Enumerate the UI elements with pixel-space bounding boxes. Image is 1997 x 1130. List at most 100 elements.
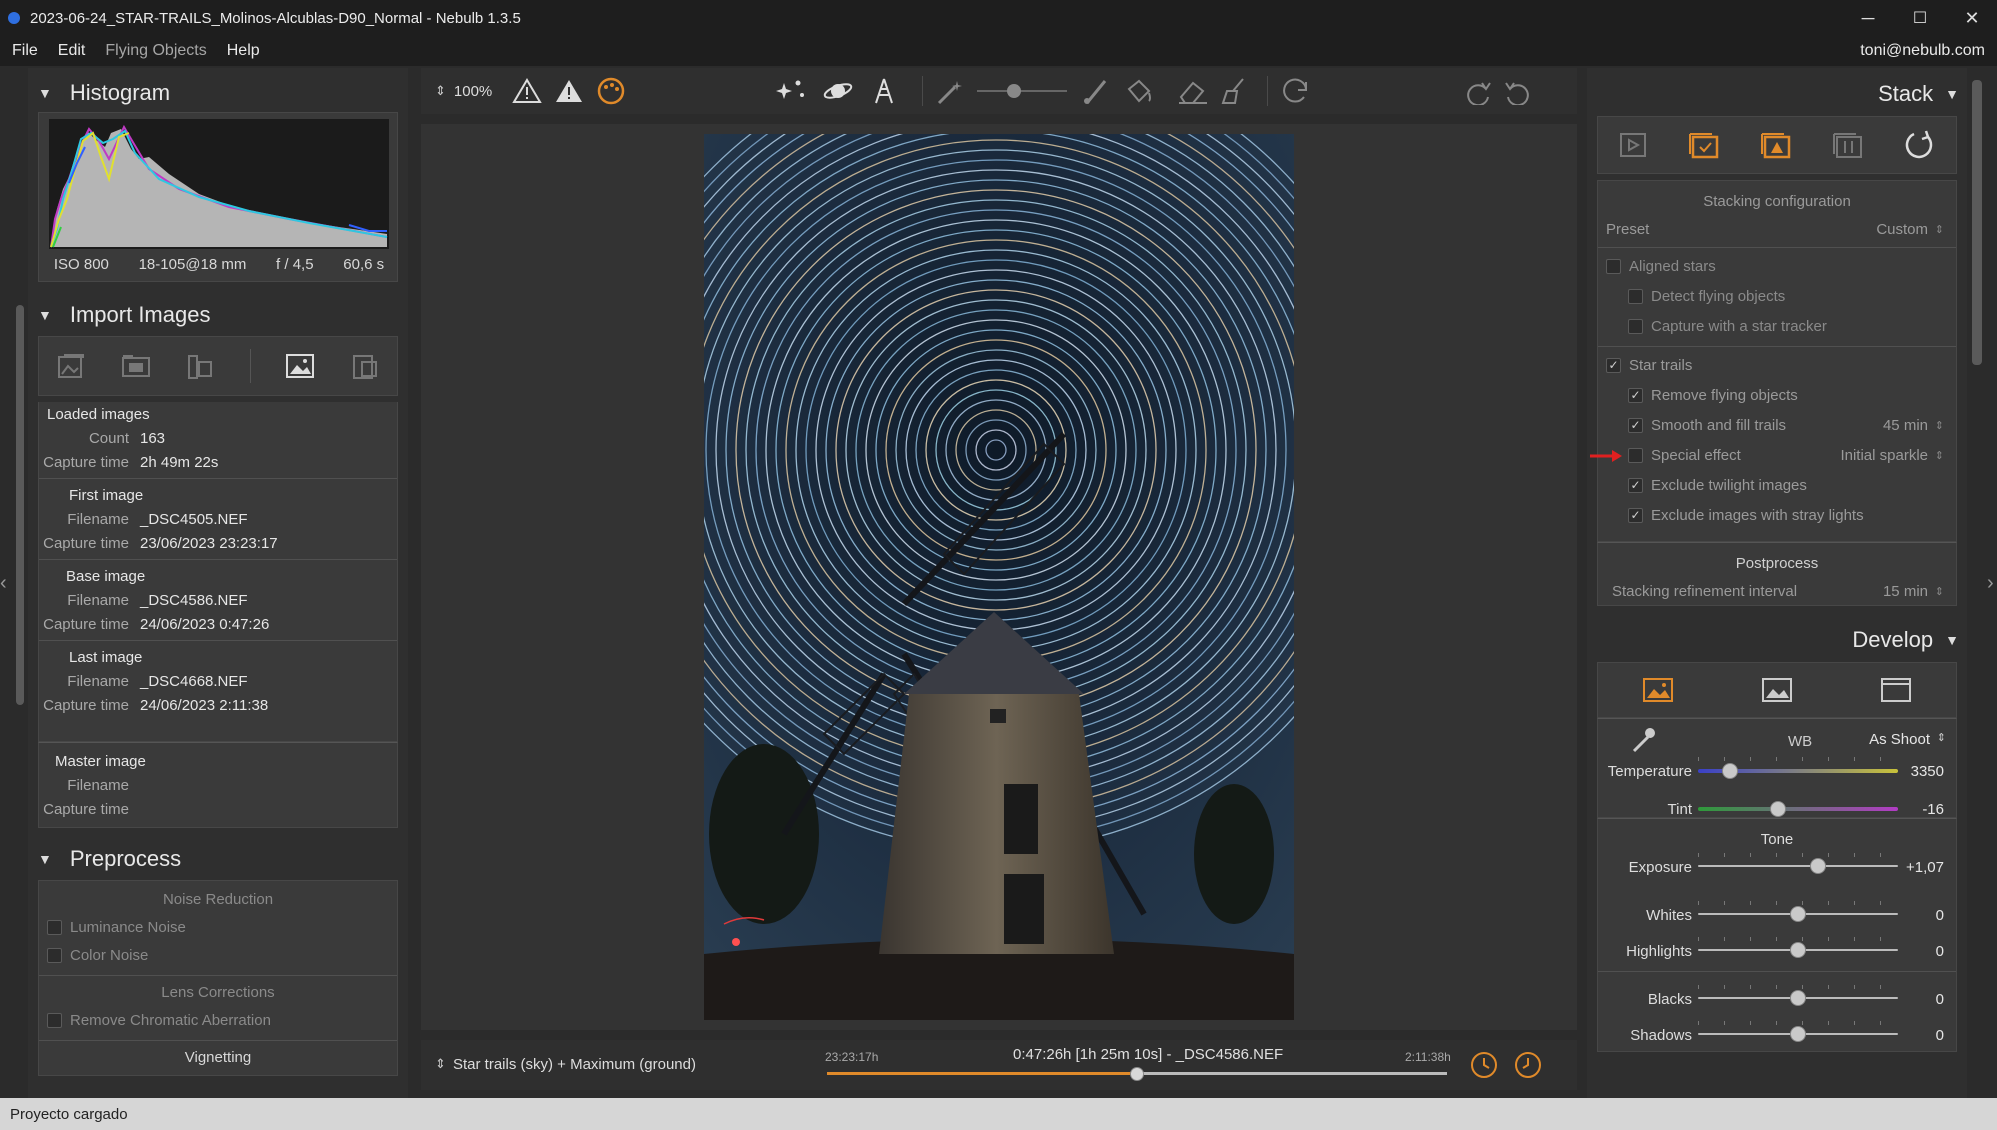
whites-value[interactable]: 0: [1936, 907, 1944, 924]
image-canvas[interactable]: [421, 124, 1577, 1030]
collapse-right-icon[interactable]: ›: [1987, 572, 1994, 595]
vignetting-title[interactable]: Vignetting: [39, 1045, 397, 1069]
shadows-handle[interactable]: [1790, 1026, 1806, 1042]
chromatic-aberration-checkbox[interactable]: [47, 1012, 62, 1028]
tint-handle[interactable]: [1770, 801, 1786, 817]
import-header[interactable]: ▼ Import Images: [28, 298, 408, 332]
highlights-handle[interactable]: [1790, 942, 1806, 958]
redo-icon[interactable]: [1462, 77, 1494, 105]
stack-check-icon[interactable]: [1688, 130, 1720, 160]
exposure-value[interactable]: +1,07: [1906, 859, 1944, 876]
stack-columns-icon[interactable]: [1832, 130, 1864, 160]
color-noise-option[interactable]: Color Noise: [39, 943, 397, 967]
menu-help[interactable]: Help: [227, 42, 260, 60]
play-icon[interactable]: [1618, 131, 1648, 159]
menu-file[interactable]: File: [12, 42, 38, 60]
exclude-twilight-checkbox[interactable]: ✓: [1628, 477, 1643, 493]
detect-flying-checkbox[interactable]: [1628, 288, 1643, 304]
special-effect-checkbox[interactable]: [1628, 447, 1643, 463]
reset-icon[interactable]: [1904, 129, 1936, 161]
left-scrollbar[interactable]: [16, 305, 24, 705]
user-account[interactable]: toni@nebulb.com: [1860, 42, 1985, 60]
zoom-stepper-icon[interactable]: ⇕: [435, 83, 446, 99]
smooth-trails-checkbox[interactable]: ✓: [1628, 417, 1643, 433]
mode-stepper-icon[interactable]: ⇕: [435, 1056, 446, 1072]
eraser-icon[interactable]: [1177, 77, 1209, 105]
refresh-icon[interactable]: [1280, 77, 1312, 105]
right-scrollbar[interactable]: [1972, 80, 1982, 365]
shadows-value[interactable]: 0: [1936, 1027, 1944, 1044]
color-noise-checkbox[interactable]: [47, 947, 62, 963]
brush-size-slider[interactable]: [977, 81, 1068, 101]
exposure-slider[interactable]: [1698, 865, 1898, 867]
remove-flying-checkbox[interactable]: ✓: [1628, 387, 1643, 403]
smooth-stepper-icon[interactable]: ⇕: [1935, 419, 1944, 432]
clock-back-icon[interactable]: [1513, 1050, 1543, 1080]
preset-stepper-icon[interactable]: ⇕: [1935, 223, 1944, 236]
clock-forward-icon[interactable]: [1469, 1050, 1499, 1080]
special-stepper-icon[interactable]: ⇕: [1935, 449, 1944, 462]
tint-slider[interactable]: [1698, 807, 1898, 811]
histogram-header[interactable]: ▼ Histogram: [28, 76, 408, 110]
temperature-handle[interactable]: [1722, 763, 1738, 779]
develop-image-icon[interactable]: [1761, 676, 1793, 704]
eyedropper-icon[interactable]: [1628, 725, 1658, 755]
refinement-value[interactable]: 15 min: [1883, 583, 1928, 600]
menu-flying-objects[interactable]: Flying Objects: [105, 42, 206, 60]
collapse-left-icon[interactable]: ‹: [0, 572, 7, 595]
planet-icon[interactable]: [822, 77, 854, 105]
zoom-level[interactable]: 100%: [454, 83, 492, 100]
exclude-stray-option[interactable]: ✓ Exclude images with stray lights: [1598, 503, 1956, 527]
tower-icon[interactable]: [868, 77, 900, 105]
exclude-twilight-option[interactable]: ✓ Exclude twilight images: [1598, 473, 1956, 497]
chromatic-aberration-option[interactable]: Remove Chromatic Aberration: [39, 1008, 397, 1032]
blacks-value[interactable]: 0: [1936, 991, 1944, 1008]
magic-wand-icon[interactable]: [935, 77, 967, 105]
warning-filled-icon[interactable]: [554, 77, 584, 105]
wb-stepper-icon[interactable]: ⇕: [1937, 731, 1946, 744]
stack-header[interactable]: Stack ▼: [1587, 76, 1967, 112]
minimize-button[interactable]: ─: [1842, 0, 1894, 36]
luminance-noise-checkbox[interactable]: [47, 919, 62, 935]
luminance-noise-option[interactable]: Luminance Noise: [39, 915, 397, 939]
aligned-stars-option[interactable]: Aligned stars: [1598, 254, 1956, 278]
maximize-button[interactable]: ☐: [1894, 0, 1946, 36]
wb-value[interactable]: As Shoot: [1869, 731, 1930, 748]
close-button[interactable]: ✕: [1946, 0, 1997, 36]
exclude-stray-checkbox[interactable]: ✓: [1628, 507, 1643, 523]
star-tracker-checkbox[interactable]: [1628, 318, 1643, 334]
preset-row[interactable]: Preset Custom ⇕: [1598, 217, 1956, 241]
timeline-track[interactable]: [827, 1067, 1447, 1081]
develop-frame-icon[interactable]: [1880, 676, 1912, 704]
special-effect-option[interactable]: Special effect Initial sparkle ⇕: [1598, 443, 1956, 467]
import-master-image-icon[interactable]: [285, 352, 315, 380]
detect-flying-option[interactable]: Detect flying objects: [1598, 284, 1956, 308]
special-effect-value[interactable]: Initial sparkle: [1840, 447, 1928, 464]
import-images-icon[interactable]: [56, 352, 86, 380]
preset-value[interactable]: Custom: [1876, 221, 1928, 238]
palette-icon[interactable]: [596, 77, 626, 105]
smooth-trails-value[interactable]: 45 min: [1883, 417, 1928, 434]
stack-triangle-icon[interactable]: [1760, 130, 1792, 160]
star-trails-option[interactable]: ✓ Star trails: [1598, 353, 1956, 377]
fill-bucket-icon[interactable]: [1123, 77, 1155, 105]
undo-icon[interactable]: [1502, 77, 1534, 105]
smooth-trails-option[interactable]: ✓ Smooth and fill trails 45 min ⇕: [1598, 413, 1956, 437]
highlights-value[interactable]: 0: [1936, 943, 1944, 960]
broom-icon[interactable]: [1219, 77, 1251, 105]
import-clipboard-icon[interactable]: [350, 352, 380, 380]
stacking-mode[interactable]: Star trails (sky) + Maximum (ground): [453, 1056, 696, 1073]
menu-edit[interactable]: Edit: [58, 42, 86, 60]
whites-handle[interactable]: [1790, 906, 1806, 922]
stars-icon[interactable]: [776, 77, 808, 105]
blacks-handle[interactable]: [1790, 990, 1806, 1006]
refinement-stepper-icon[interactable]: ⇕: [1935, 585, 1944, 598]
tint-value[interactable]: -16: [1922, 801, 1944, 818]
brush-icon[interactable]: [1081, 77, 1113, 105]
star-tracker-option[interactable]: Capture with a star tracker: [1598, 314, 1956, 338]
temperature-value[interactable]: 3350: [1911, 763, 1944, 780]
import-batch-icon[interactable]: [185, 352, 215, 380]
remove-flying-option[interactable]: ✓ Remove flying objects: [1598, 383, 1956, 407]
refinement-row[interactable]: Stacking refinement interval 15 min ⇕: [1598, 579, 1956, 603]
develop-sky-icon[interactable]: [1642, 676, 1674, 704]
